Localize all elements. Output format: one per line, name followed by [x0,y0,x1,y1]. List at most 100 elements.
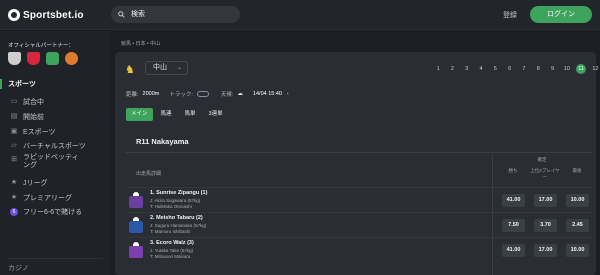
odds-win-button[interactable]: 41.00 [502,244,525,257]
runner-name: 3. Ecoro Walz (3) [150,240,194,246]
odds-header-last: 最後 [572,168,582,173]
venue-dropdown[interactable]: 中山 ⌄ [145,61,188,75]
race-info: 距離: 2000m トラック: 天候: ☁ 14/04 15:40 ◖ [126,90,293,98]
search-placeholder: 検索 [131,11,145,18]
sidebar-item-live[interactable]: ▭ 試合中 [0,95,111,110]
runner-column-header: 出走馬詳細 [136,171,162,177]
virtual-icon: ▱ [11,142,17,150]
odds-last-button[interactable]: 10.00 [566,194,589,207]
distance-value: 2000m [142,91,160,97]
runner-trainer: T: Mamoru Ishibashi [150,229,191,234]
search-icon [118,11,125,18]
track-label: トラック: [169,92,193,98]
breadcrumb[interactable]: 競馬 • 日本 • 中山 [121,40,160,47]
sidebar-item-upcoming[interactable]: ▤ 開始前 [0,110,111,125]
tab-exacta[interactable]: 馬単 [180,108,201,121]
race-number[interactable]: 5 [488,64,502,74]
race-number[interactable]: 9 [545,64,559,74]
newcastle-crest-icon[interactable] [8,52,21,65]
controller-icon: ▣ [10,127,18,135]
sidebar-item-label: Eスポーツ [23,128,56,136]
race-number[interactable]: 3 [460,64,474,74]
race-panel: ♞ 中山 ⌄ 1 2 3 4 5 6 7 8 9 10 11 12 距離: 20… [115,52,598,275]
runners-table: 出走馬詳細 確定 勝ち 上位2プレイヤー 最後 1. Sunrise Zipan… [126,155,592,275]
race-number[interactable]: 4 [474,64,488,74]
sidebar-item-casino[interactable]: カジノ [8,258,103,273]
partner-logos [8,52,78,65]
sidebar: オフィシャルパートナー： スポーツ ▭ 試合中 ▤ 開始前 ▣ Eスポーツ ▱ … [0,31,111,275]
tab-quinella[interactable]: 馬連 [156,108,177,121]
sports-header[interactable]: スポーツ [0,79,111,89]
race-number[interactable]: 6 [502,64,516,74]
sidebar-item-esports[interactable]: ▣ Eスポーツ [0,124,111,139]
track-condition-icon [196,91,209,97]
sidebar-item-jleague[interactable]: ★ Jリーグ [0,176,111,191]
sidebar-item-rapid[interactable]: ⊞ ラピッドベッティング [0,154,111,176]
race-number[interactable]: 1 [431,64,445,74]
sidebar-item-label: バーチャルスポーツ [23,143,86,151]
horse-racing-icon: ♞ [125,64,135,76]
tab-trifecta[interactable]: 3連単 [204,108,228,121]
basketball-icon[interactable] [65,52,78,65]
login-button[interactable]: ログイン [530,6,592,23]
jockey-silk-icon [129,242,143,258]
register-link[interactable]: 登録 [503,10,517,20]
sidebar-item-virtual[interactable]: ▱ バーチャルスポーツ [0,139,111,154]
race-number-active[interactable]: 11 [576,64,587,74]
table-row: 2. Meisho Tabaru (2) J: Suguru Hamanaka … [126,212,592,237]
odds-top2-button[interactable]: 17.00 [534,244,557,257]
sidebar-item-label: ラピッドベッティング [23,153,79,169]
top-header: Sportsbet.io 検索 登録 ログイン [0,0,600,30]
odds-last-button[interactable]: 10.00 [566,244,589,257]
star-icon: ★ [10,179,18,187]
market-tabs: メイン 馬連 馬単 3連単 [126,108,228,121]
runner-name: 1. Sunrise Zipangu (1) [150,190,208,196]
race-number[interactable]: 8 [531,64,545,74]
six-icon: 6 [10,208,18,217]
fixed-odds-label: 確定 [537,157,547,162]
calendar-icon: ▤ [10,113,18,121]
sidebar-item-premier[interactable]: ★ プレミアリーグ [0,190,111,205]
chevron-down-icon: ⌄ [176,65,182,71]
sidebar-item-label: プレミアリーグ [23,194,72,202]
runner-trainer: T: Mitsunori Makiura [150,254,191,259]
partner-title: オフィシャルパートナー： [8,43,74,49]
odds-header-top2: 上位2プレイヤー [530,168,560,179]
table-row: 1. Sunrise Zipangu (1) J: Akira Sugawara… [126,187,592,212]
logo[interactable]: Sportsbet.io [8,9,84,21]
tab-main[interactable]: メイン [126,108,153,121]
search-input[interactable]: 検索 [111,6,240,23]
southampton-crest-icon[interactable] [27,52,40,65]
weather-label: 天候: [220,92,234,98]
jockey-silk-icon [129,192,143,208]
race-title: R11 Nakayama [136,137,189,146]
runner-jockey: J: Suguru Hamanaka (57kg) [150,223,207,228]
logo-text: Sportsbet.io [23,9,84,21]
venue-value: 中山 [153,64,167,71]
logo-icon [8,9,20,21]
runner-trainer: T: Hidetaka Otonashi [150,204,192,209]
odds-top2-button[interactable]: 17.00 [534,194,557,207]
race-number[interactable]: 10 [560,64,574,74]
distance-label: 距離: [126,92,139,98]
sidebar-item-label: 開始前 [23,114,44,122]
race-number-selector: 1 2 3 4 5 6 7 8 9 10 11 12 [431,64,600,74]
sidebar-item-free-bet[interactable]: 6 フリー6-6で賭ける [0,205,111,220]
runner-jockey: J: Yutaka Take (57kg) [150,248,194,253]
sidebar-item-label: 試合中 [23,99,44,107]
rapid-icon: ⊞ [11,155,17,163]
monitor-icon: ▭ [10,98,18,106]
partner-green-icon[interactable] [46,52,59,65]
sidebar-item-label: Jリーグ [23,180,48,188]
silk-body [129,246,143,258]
weather-icon: ☁ [237,91,243,97]
live-indicator-icon: ◖ [285,91,290,97]
odds-last-button[interactable]: 2.45 [566,219,589,232]
race-number[interactable]: 12 [588,64,600,74]
runner-name: 2. Meisho Tabaru (2) [150,215,203,221]
race-number[interactable]: 2 [445,64,459,74]
odds-win-button[interactable]: 7.50 [502,219,525,232]
race-number[interactable]: 7 [517,64,531,74]
odds-win-button[interactable]: 41.00 [502,194,525,207]
odds-top2-button[interactable]: 3.70 [534,219,557,232]
